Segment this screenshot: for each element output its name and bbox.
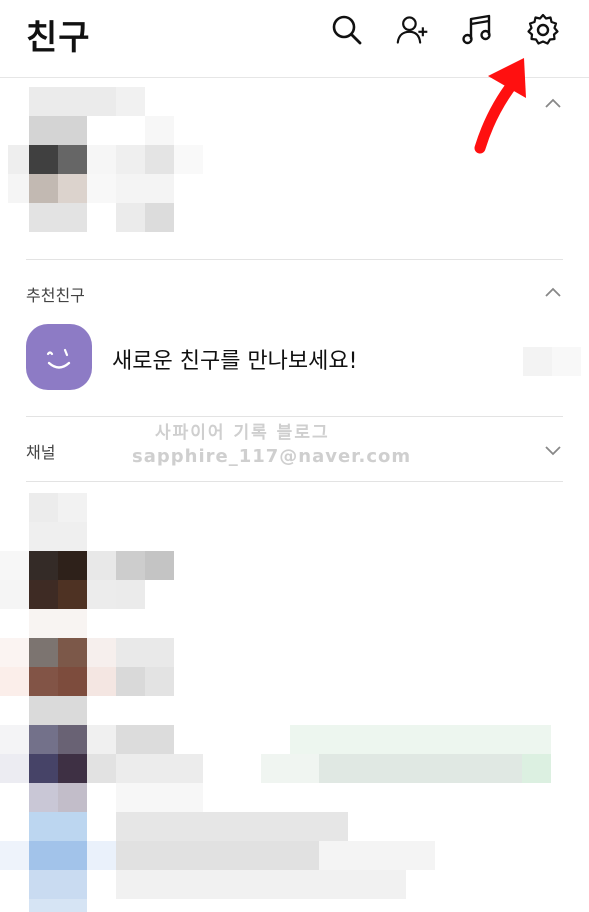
page-title: 친구 bbox=[26, 18, 91, 58]
channel-expand-icon[interactable] bbox=[544, 444, 562, 456]
recommend-friends-row[interactable]: 새로운 친구를 만나보세요! bbox=[26, 323, 566, 390]
profile-collapse-icon[interactable] bbox=[544, 97, 562, 109]
channel-section-label: 채널 bbox=[26, 443, 56, 462]
blur-fragment bbox=[523, 347, 552, 376]
smiley-face-icon bbox=[26, 324, 92, 390]
add-friend-icon[interactable] bbox=[396, 13, 430, 47]
annotation-arrow bbox=[474, 58, 526, 154]
section-divider bbox=[26, 416, 563, 417]
watermark-title: 사파이어 기록 블로그 bbox=[155, 423, 330, 443]
section-divider bbox=[26, 259, 563, 260]
music-icon[interactable] bbox=[461, 13, 495, 47]
blur-fragment bbox=[552, 347, 581, 376]
search-icon[interactable] bbox=[330, 13, 364, 47]
watermark-email: sapphire_117@naver.com bbox=[132, 446, 412, 467]
recommended-section-label: 추천친구 bbox=[26, 286, 85, 305]
settings-icon[interactable] bbox=[526, 13, 560, 47]
section-divider bbox=[26, 481, 563, 482]
recommend-friends-text: 새로운 친구를 만나보세요! bbox=[112, 349, 358, 374]
recommended-collapse-icon[interactable] bbox=[544, 286, 562, 298]
